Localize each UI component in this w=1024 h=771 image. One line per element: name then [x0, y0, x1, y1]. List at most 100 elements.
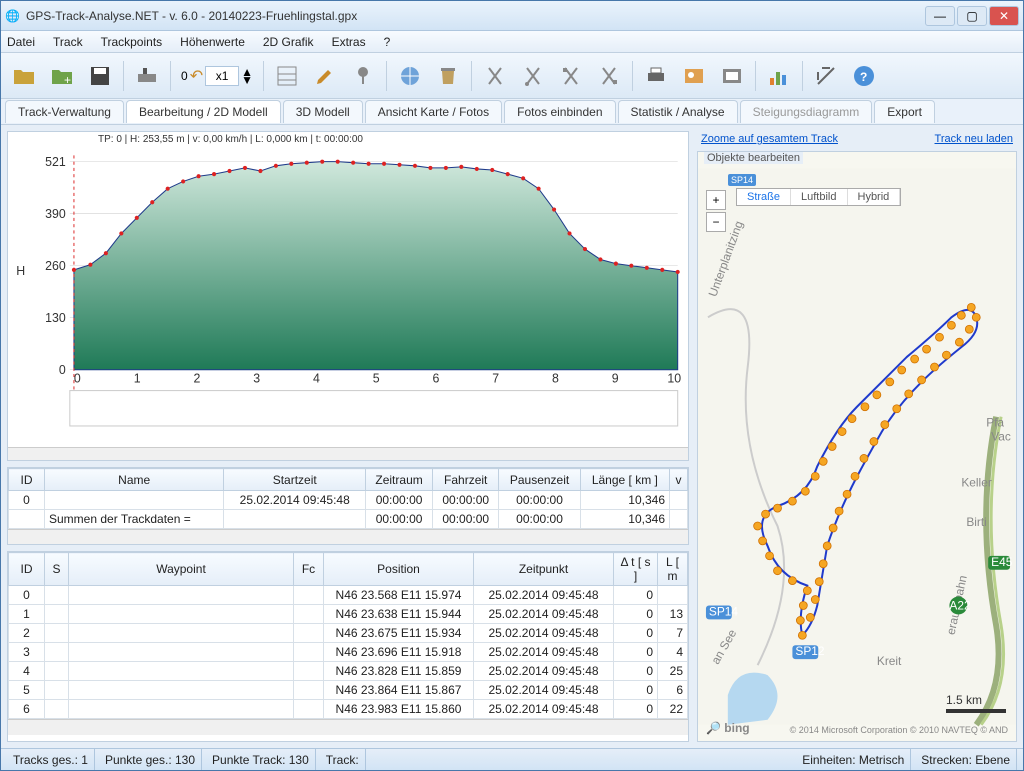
svg-text:Birti: Birti [966, 515, 987, 529]
save-icon[interactable] [83, 59, 117, 93]
minimize-button[interactable]: — [925, 6, 955, 26]
menu-track[interactable]: Track [53, 35, 83, 49]
device-icon[interactable] [130, 59, 164, 93]
map-provider-logo: 🔎 bing [706, 721, 750, 735]
svg-text:3: 3 [253, 371, 260, 385]
wp-col-dt[interactable]: Δ t [ s ] [614, 553, 658, 586]
wp-col-waypoint[interactable]: Waypoint [69, 553, 294, 586]
tab-statistik[interactable]: Statistik / Analyse [618, 100, 738, 123]
cut-icon[interactable] [478, 59, 512, 93]
svg-text:Kreit: Kreit [877, 654, 902, 668]
col-laenge[interactable]: Länge [ km ] [580, 469, 669, 491]
table-row[interactable]: 1N46 23.638 E11 15.94425.02.2014 09:45:4… [9, 605, 688, 624]
wp-col-id[interactable]: ID [9, 553, 45, 586]
table-row[interactable]: 3N46 23.696 E11 15.91825.02.2014 09:45:4… [9, 643, 688, 662]
table-row-sum[interactable]: Summen der Trackdaten = 00:00:00 00:00:0… [9, 510, 688, 529]
maximize-button[interactable]: ▢ [957, 6, 987, 26]
road-marker: SP14 [728, 174, 756, 186]
map-zoom-in[interactable]: + [706, 190, 726, 210]
cut3-icon[interactable] [554, 59, 588, 93]
svg-text:9: 9 [612, 371, 619, 385]
wp-col-s[interactable]: S [45, 553, 69, 586]
open-folder-plus-icon[interactable]: + [45, 59, 79, 93]
col-zeitraum[interactable]: Zeitraum [366, 469, 433, 491]
zoom-full-track-link[interactable]: Zoome auf gesamtem Track [701, 133, 838, 145]
wp-table-hscrollbar[interactable] [8, 719, 688, 735]
map-panel[interactable]: Objekte bearbeiten SP14 + − Straße Luftb… [697, 151, 1017, 742]
table-row[interactable]: 0N46 23.568 E11 15.97425.02.2014 09:45:4… [9, 586, 688, 605]
tab-steigungsdiagramm: Steigungsdiagramm [740, 100, 873, 123]
tab-ansicht-karte[interactable]: Ansicht Karte / Fotos [365, 100, 502, 123]
svg-text:2: 2 [193, 371, 200, 385]
wp-col-zeitpunkt[interactable]: Zeitpunkt [474, 553, 614, 586]
map-zoom-out[interactable]: − [706, 212, 726, 232]
menu-2d-grafik[interactable]: 2D Grafik [263, 35, 314, 49]
map-tab-strasse[interactable]: Straße [737, 189, 791, 205]
col-id[interactable]: ID [9, 469, 45, 491]
content: TP: 0 | H: 253,55 m | v: 0,00 km/h | L: … [1, 125, 1023, 748]
photo-icon[interactable] [677, 59, 711, 93]
chart-hscrollbar[interactable] [8, 447, 688, 460]
wp-col-position[interactable]: Position [324, 553, 474, 586]
screenshot-icon[interactable] [715, 59, 749, 93]
tab-export[interactable]: Export [874, 100, 935, 123]
wp-col-fc[interactable]: Fc [294, 553, 324, 586]
cut2-icon[interactable] [516, 59, 550, 93]
tab-bearbeitung-2d[interactable]: Bearbeitung / 2D Modell [126, 100, 281, 123]
wp-col-l[interactable]: L [ m [658, 553, 688, 586]
col-name[interactable]: Name [45, 469, 224, 491]
trash-icon[interactable] [431, 59, 465, 93]
close-button[interactable]: ✕ [989, 6, 1019, 26]
reload-track-link[interactable]: Track neu laden [935, 133, 1013, 145]
undo-icon[interactable]: ↶ [190, 66, 203, 86]
table-icon[interactable] [270, 59, 304, 93]
open-folder-icon[interactable] [7, 59, 41, 93]
map-group-label: Objekte bearbeiten [704, 152, 803, 164]
cut4-icon[interactable] [592, 59, 626, 93]
col-pausenzeit[interactable]: Pausenzeit [499, 469, 580, 491]
menu-hoehenwerte[interactable]: Höhenwerte [180, 35, 245, 49]
col-startzeit[interactable]: Startzeit [224, 469, 366, 491]
elevation-chart[interactable]: H 5213902601300 012345678910 [8, 145, 688, 447]
print-icon[interactable] [639, 59, 673, 93]
zoom-factor-input[interactable] [205, 66, 239, 86]
svg-text:+: + [64, 73, 71, 87]
edit-icon[interactable] [308, 59, 342, 93]
svg-text:521: 521 [45, 155, 66, 169]
track-summary-table: ID Name Startzeit Zeitraum Fahrzeit Paus… [7, 467, 689, 545]
undo-count: 0 [181, 69, 188, 83]
table-row[interactable]: 0 25.02.2014 09:45:48 00:00:00 00:00:00 … [9, 491, 688, 510]
waypoint-table: ID S Waypoint Fc Position Zeitpunkt Δ t … [7, 551, 689, 742]
svg-text:8: 8 [552, 371, 559, 385]
waypoint-icon[interactable] [346, 59, 380, 93]
menu-extras[interactable]: Extras [332, 35, 366, 49]
window-title: GPS-Track-Analyse.NET - v. 6.0 - 2014022… [20, 9, 925, 23]
table-row[interactable]: 6N46 23.983 E11 15.86025.02.2014 09:45:4… [9, 700, 688, 719]
globe-icon[interactable] [393, 59, 427, 93]
tab-3d-modell[interactable]: 3D Modell [283, 100, 363, 123]
menu-help[interactable]: ? [384, 35, 391, 49]
tools-icon[interactable] [809, 59, 843, 93]
svg-text:130: 130 [45, 311, 66, 325]
table-row[interactable]: 2N46 23.675 E11 15.93425.02.2014 09:45:4… [9, 624, 688, 643]
table-row[interactable]: 4N46 23.828 E11 15.85925.02.2014 09:45:4… [9, 662, 688, 681]
chart-icon[interactable] [762, 59, 796, 93]
tab-track-verwaltung[interactable]: Track-Verwaltung [5, 100, 124, 123]
y-axis-label: H [16, 264, 25, 278]
svg-text:0: 0 [59, 363, 66, 377]
undo-spinner[interactable]: 0 ↶ ▲▼ [177, 66, 257, 86]
col-v[interactable]: v [670, 469, 688, 491]
map-tab-luftbild[interactable]: Luftbild [791, 189, 847, 205]
track-table-hscrollbar[interactable] [8, 529, 688, 544]
col-fahrzeit[interactable]: Fahrzeit [433, 469, 499, 491]
map-tab-hybrid[interactable]: Hybrid [848, 189, 901, 205]
svg-text:0: 0 [74, 371, 81, 385]
svg-text:Vac: Vac [991, 430, 1011, 444]
menu-datei[interactable]: Datei [7, 35, 35, 49]
tab-fotos-einbinden[interactable]: Fotos einbinden [504, 100, 615, 123]
svg-text:Keller: Keller [961, 475, 991, 489]
help-icon[interactable]: ? [847, 59, 881, 93]
menu-trackpoints[interactable]: Trackpoints [101, 35, 163, 49]
table-row[interactable]: 5N46 23.864 E11 15.86725.02.2014 09:45:4… [9, 681, 688, 700]
tab-strip: Track-Verwaltung Bearbeitung / 2D Modell… [1, 99, 1023, 125]
